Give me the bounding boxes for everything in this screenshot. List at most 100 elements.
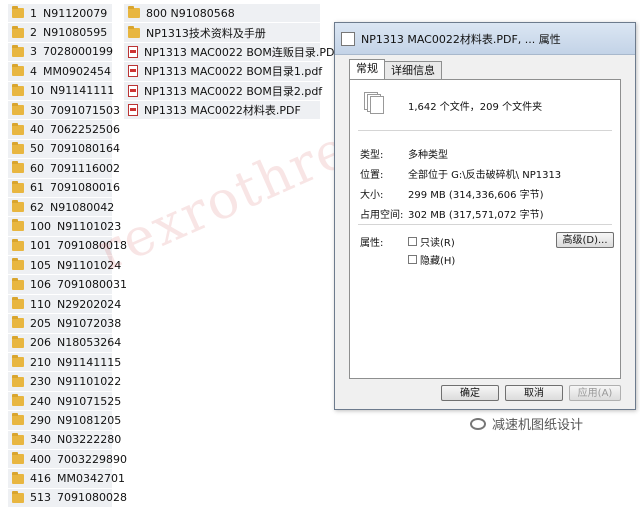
folder-number: 290 [30,413,51,427]
folder-code: 7091071503 [50,103,120,117]
general-panel: 1,642 个文件，209 个文件夹 类型: 多种类型 位置: 全部位于 G:\… [349,79,621,379]
folder-number: 30 [30,103,44,117]
folder-item[interactable]: 3 7028000199 [8,42,113,63]
folder-item[interactable]: 240 N91071525 [8,391,121,412]
folder-icon [12,413,24,426]
folder-item[interactable]: 513 7091080028 [8,488,127,508]
folder-code: N91080595 [43,26,108,40]
folder-icon [12,83,24,96]
folder-item[interactable]: 400 7003229890 [8,449,127,470]
folder-icon [12,238,24,251]
folder-icon [12,258,24,271]
folder-item[interactable]: 106 7091080031 [8,275,127,295]
folder-item[interactable]: 62 N91080042 [8,197,114,218]
folder-number: 100 [30,219,51,233]
folder-icon [12,471,24,484]
folder-code: 7028000199 [43,45,113,59]
folder-item[interactable]: 290 N91081205 [8,411,121,431]
folder-item[interactable]: 340 N03222280 [8,430,121,450]
folder-item[interactable]: 60 7091116002 [8,159,120,179]
dialog-title-bar[interactable]: NP1313 MAC0022材料表.PDF, ... 属性 [335,23,635,55]
folder-number: 2 [30,26,37,40]
folder-item[interactable]: 205 N91072038 [8,314,121,334]
folder-number: 206 [30,336,51,350]
folder-icon [12,394,24,406]
folder-icon [12,141,24,154]
folder-item[interactable]: 61 7091080016 [8,178,120,198]
folder-number: 210 [30,355,51,369]
folder-icon [12,122,24,135]
folder-item[interactable]: 210 N91141115 [8,353,121,373]
folder-item[interactable]: 4 MM0902454 [8,62,112,82]
folder-icon [12,180,24,193]
pdf-file-item[interactable]: NP1313 MAC0022材料表.PDF [124,100,320,121]
dialog-title: NP1313 MAC0022材料表.PDF, ... 属性 [361,32,561,46]
file-list-right: 800 N91080568 NP1313技术资料及手册 NP1313 MAC0022… [124,4,341,121]
disk-size-value: 302 MB (317,571,072 字节) [408,210,544,221]
folder-item[interactable]: 1 N91120079 [8,4,112,24]
file-count: 1,642 个文件，209 个文件夹 [408,102,543,113]
pdf-file-item[interactable]: NP1313 MAC0022 BOM目录2.pdf [124,81,323,101]
folder-number: 416 [30,472,51,486]
folder-code: 7091080028 [57,491,127,505]
cancel-button[interactable]: 取消 [505,385,563,401]
folder-code: 7091116002 [50,161,120,175]
folder-code: N91081205 [57,413,122,427]
tab-strip: 常规 详细信息 [349,59,442,80]
folder-item[interactable]: 416 MM0342701 [8,469,125,489]
folder-number: 1 [30,6,37,20]
folder-number: 513 [30,491,51,505]
folder-number: 230 [30,375,51,389]
file-name: 800 N91080568 [146,6,235,20]
hidden-checkbox[interactable]: 隐藏(H) [408,252,455,267]
folder-item[interactable]: 30 7091071503 [8,100,120,121]
folder-number: 10 [30,84,44,98]
file-name: NP1313 MAC0022材料表.PDF [144,104,301,118]
folder-icon [12,219,24,232]
folder-item[interactable]: 40 7062252506 [8,120,120,140]
folder-code: 7091080164 [50,142,120,156]
folder-item[interactable]: 800 N91080568 [124,4,320,24]
folder-code: N91071525 [57,394,122,408]
folder-item[interactable]: 50 7091080164 [8,139,120,160]
folder-icon [12,316,24,329]
folder-code: 7091080016 [50,181,120,195]
apply-button[interactable]: 应用(A) [569,385,621,401]
size-value: 299 MB (314,336,606 字节) [408,190,544,201]
folder-item[interactable]: 110 N29202024 [8,294,121,315]
folder-icon [128,25,140,38]
folder-item[interactable]: 105 N91101024 [8,256,121,276]
folder-item[interactable]: 230 N91101022 [8,372,121,392]
folder-icon [12,6,24,19]
size-label: 大小: [360,190,384,201]
folder-number: 101 [30,239,51,253]
folder-code: N91072038 [57,316,122,330]
pdf-file-item[interactable]: NP1313 MAC0022 BOM目录1.pdf [124,62,322,82]
folder-icon [12,374,24,387]
folder-item[interactable]: 10 N91141111 [8,81,114,101]
file-name: NP1313 MAC0022 BOM目录2.pdf [144,84,323,98]
tab-general[interactable]: 常规 [349,59,385,80]
folder-number: 240 [30,394,51,408]
folder-number: 60 [30,161,44,175]
folder-code: N91101022 [57,375,122,389]
advanced-button[interactable]: 高级(D)... [556,232,614,248]
folder-icon [12,432,24,445]
tab-details[interactable]: 详细信息 [384,61,442,80]
divider [358,130,612,131]
folder-item[interactable]: 206 N18053264 [8,333,121,354]
hidden-label: 隐藏(H) [420,256,456,267]
folder-icon [12,103,24,116]
folder-number: 106 [30,278,51,292]
folder-item[interactable]: 2 N91080595 [8,23,112,43]
readonly-checkbox[interactable]: 只读(R) [408,234,455,249]
folder-code: 7062252506 [50,123,120,137]
folder-list-left: 1 N91120079 2 N91080595 3 7028000199 4 MM090245… [8,4,127,508]
pdf-icon [128,45,138,58]
folder-code: MM0902454 [43,64,111,78]
folder-item[interactable]: NP1313技术资料及手册 [124,23,320,43]
ok-button[interactable]: 确定 [441,385,499,401]
pdf-file-item[interactable]: NP1313 MAC0022 BOM连贩目录.PDF [124,42,341,63]
folder-number: 50 [30,142,44,156]
pdf-icon [128,84,138,97]
